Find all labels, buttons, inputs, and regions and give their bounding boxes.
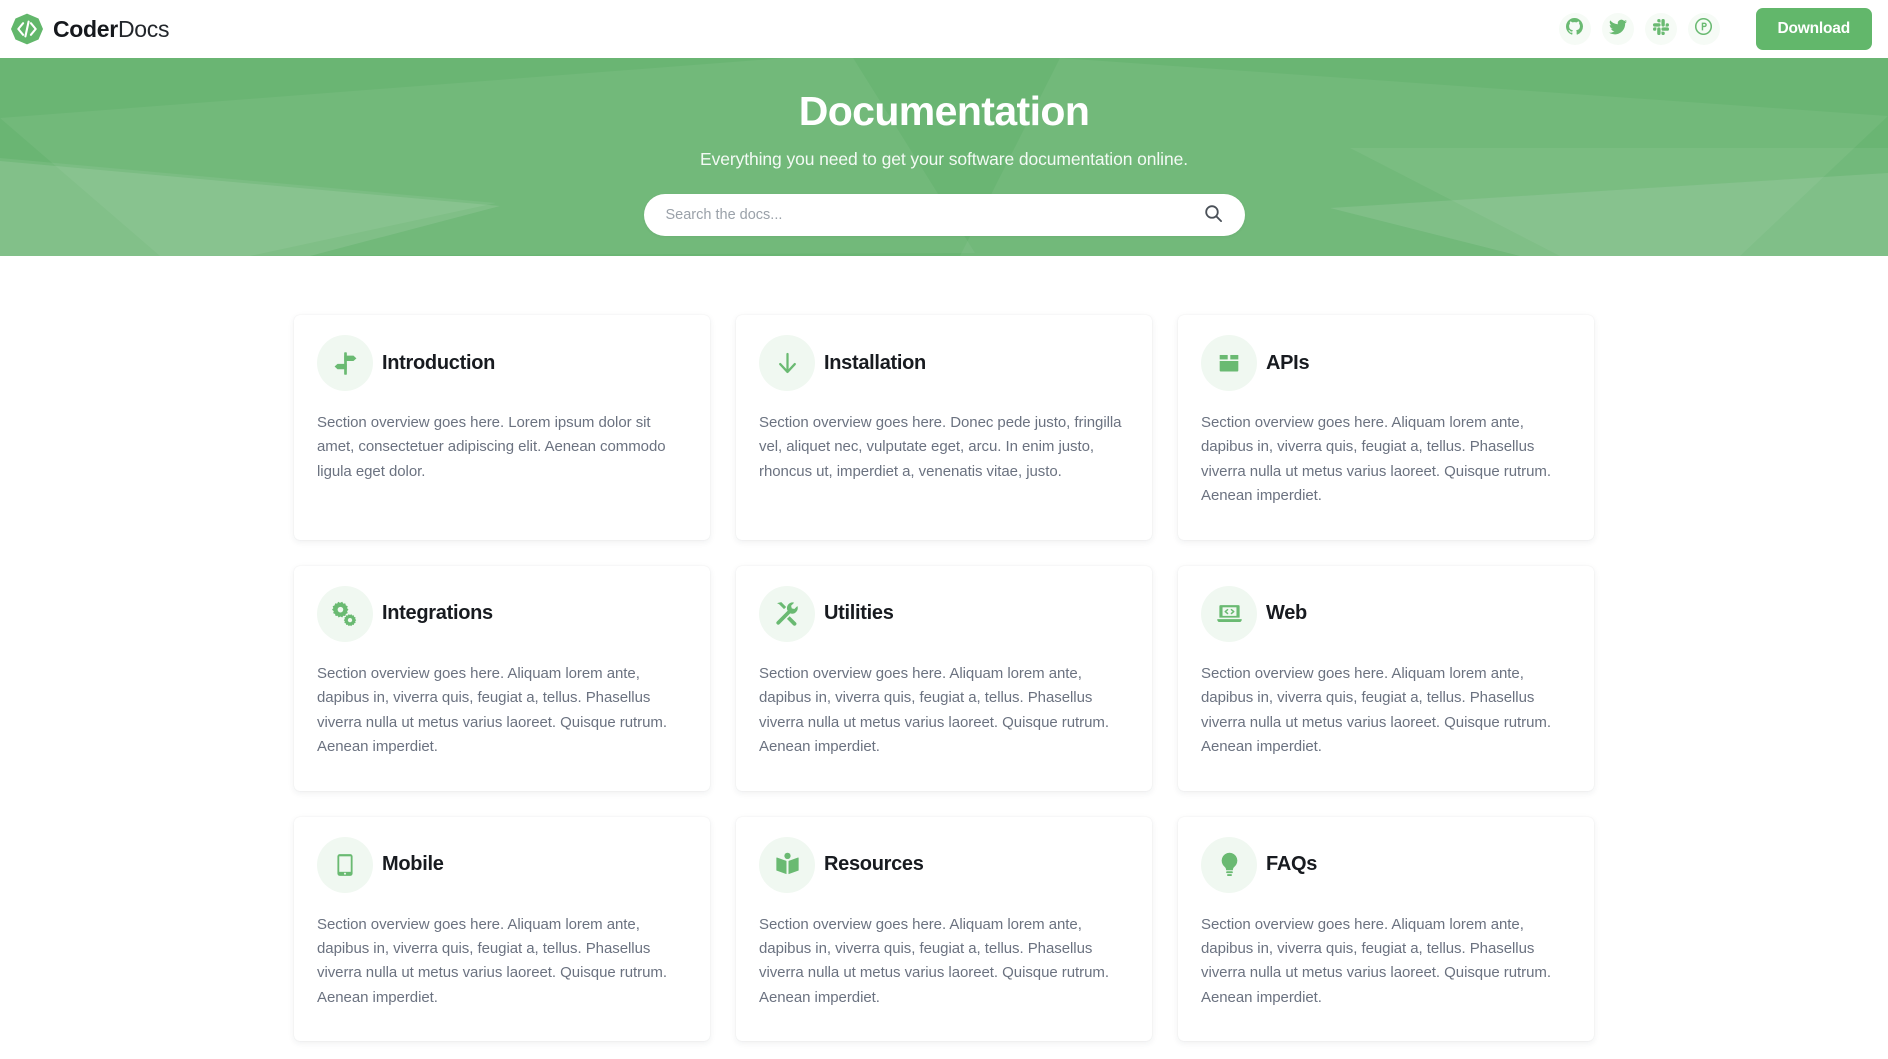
brand-logo-link[interactable]: CoderDocs: [10, 12, 169, 46]
search-input[interactable]: [665, 207, 1203, 224]
hero-banner: Documentation Everything you need to get…: [0, 58, 1888, 256]
cards-grid: Introduction Section overview goes here.…: [294, 315, 1594, 1042]
card-title: Utilities: [824, 602, 894, 625]
laptop-code-icon: [1201, 585, 1257, 642]
card-header: Installation: [759, 335, 1129, 391]
twitter-icon: [1608, 18, 1627, 41]
card-description: Section overview goes here. Aliquam lore…: [759, 664, 1109, 756]
search-form: [643, 194, 1245, 237]
card-header: FAQs: [1201, 836, 1571, 893]
card-header: Integrations: [317, 585, 687, 642]
doc-card-faqs[interactable]: FAQs Section overview goes here. Aliquam…: [1178, 816, 1594, 1042]
card-title: FAQs: [1266, 853, 1318, 875]
tools-icon: [759, 585, 815, 642]
card-description: Section overview goes here. Aliquam lore…: [759, 915, 1109, 1006]
card-header: Mobile: [317, 836, 687, 893]
card-header: Web: [1201, 585, 1571, 642]
hero-subtitle: Everything you need to get your software…: [700, 149, 1188, 170]
card-header: APIs: [1201, 335, 1571, 391]
card-title: Mobile: [382, 853, 444, 875]
signpost-icon: [317, 335, 373, 391]
doc-card-integrations[interactable]: Integrations Section overview goes here.…: [294, 565, 710, 791]
doc-card-utilities[interactable]: Utilities Section overview goes here. Al…: [736, 565, 1152, 791]
brand-name-secondary: Docs: [117, 15, 170, 42]
product-hunt-icon: [1695, 17, 1713, 40]
card-header: Utilities: [759, 585, 1129, 642]
doc-card-web[interactable]: Web Section overview goes here. Aliquam …: [1178, 565, 1594, 791]
social-link-twitter[interactable]: [1601, 13, 1634, 45]
card-title: Introduction: [382, 351, 496, 374]
card-header: Resources: [759, 836, 1129, 893]
search-submit-button[interactable]: [1203, 204, 1225, 226]
social-link-github[interactable]: [1558, 13, 1591, 45]
card-title: Web: [1266, 602, 1307, 625]
doc-card-installation[interactable]: Installation Section overview goes here.…: [736, 315, 1152, 540]
arrow-down-icon: [759, 335, 815, 391]
page-title: Documentation: [798, 88, 1090, 134]
docs-sections: Introduction Section overview goes here.…: [0, 256, 1888, 1042]
header-nav: Download: [1558, 8, 1872, 50]
card-title: Integrations: [382, 602, 493, 625]
book-reader-icon: [759, 836, 815, 893]
card-title: Resources: [824, 853, 924, 875]
card-description: Section overview goes here. Aliquam lore…: [1201, 414, 1551, 505]
site-header: CoderDocs Download: [0, 0, 1888, 58]
box-icon: [1201, 335, 1257, 391]
card-description: Section overview goes here. Aliquam lore…: [1201, 664, 1551, 756]
card-title: Installation: [824, 351, 926, 374]
doc-card-apis[interactable]: APIs Section overview goes here. Aliquam…: [1178, 315, 1594, 540]
card-title: APIs: [1266, 351, 1310, 374]
brand-name-primary: Coder: [53, 15, 118, 42]
card-description: Section overview goes here. Lorem ipsum …: [317, 414, 666, 480]
card-description: Section overview goes here. Donec pede j…: [759, 414, 1122, 480]
brand-wordmark: CoderDocs: [53, 16, 169, 43]
gears-icon: [317, 585, 373, 642]
github-icon: [1566, 18, 1584, 40]
doc-card-resources[interactable]: Resources Section overview goes here. Al…: [736, 816, 1152, 1042]
lightbulb-icon: [1201, 836, 1257, 893]
card-header: Introduction: [317, 335, 687, 391]
social-link-slack[interactable]: [1644, 13, 1677, 45]
hero-content: Documentation Everything you need to get…: [0, 58, 1888, 237]
social-links: [1558, 13, 1720, 45]
card-description: Section overview goes here. Aliquam lore…: [317, 664, 667, 756]
card-description: Section overview goes here. Aliquam lore…: [1201, 915, 1551, 1006]
doc-card-mobile[interactable]: Mobile Section overview goes here. Aliqu…: [294, 816, 710, 1042]
slack-icon: [1652, 18, 1669, 40]
code-brackets-icon: [10, 12, 44, 46]
download-button[interactable]: Download: [1755, 8, 1872, 50]
social-link-producthunt[interactable]: [1687, 13, 1720, 45]
card-description: Section overview goes here. Aliquam lore…: [317, 915, 667, 1006]
search-icon: [1204, 204, 1223, 226]
doc-card-introduction[interactable]: Introduction Section overview goes here.…: [294, 315, 710, 540]
tablet-icon: [317, 836, 373, 893]
